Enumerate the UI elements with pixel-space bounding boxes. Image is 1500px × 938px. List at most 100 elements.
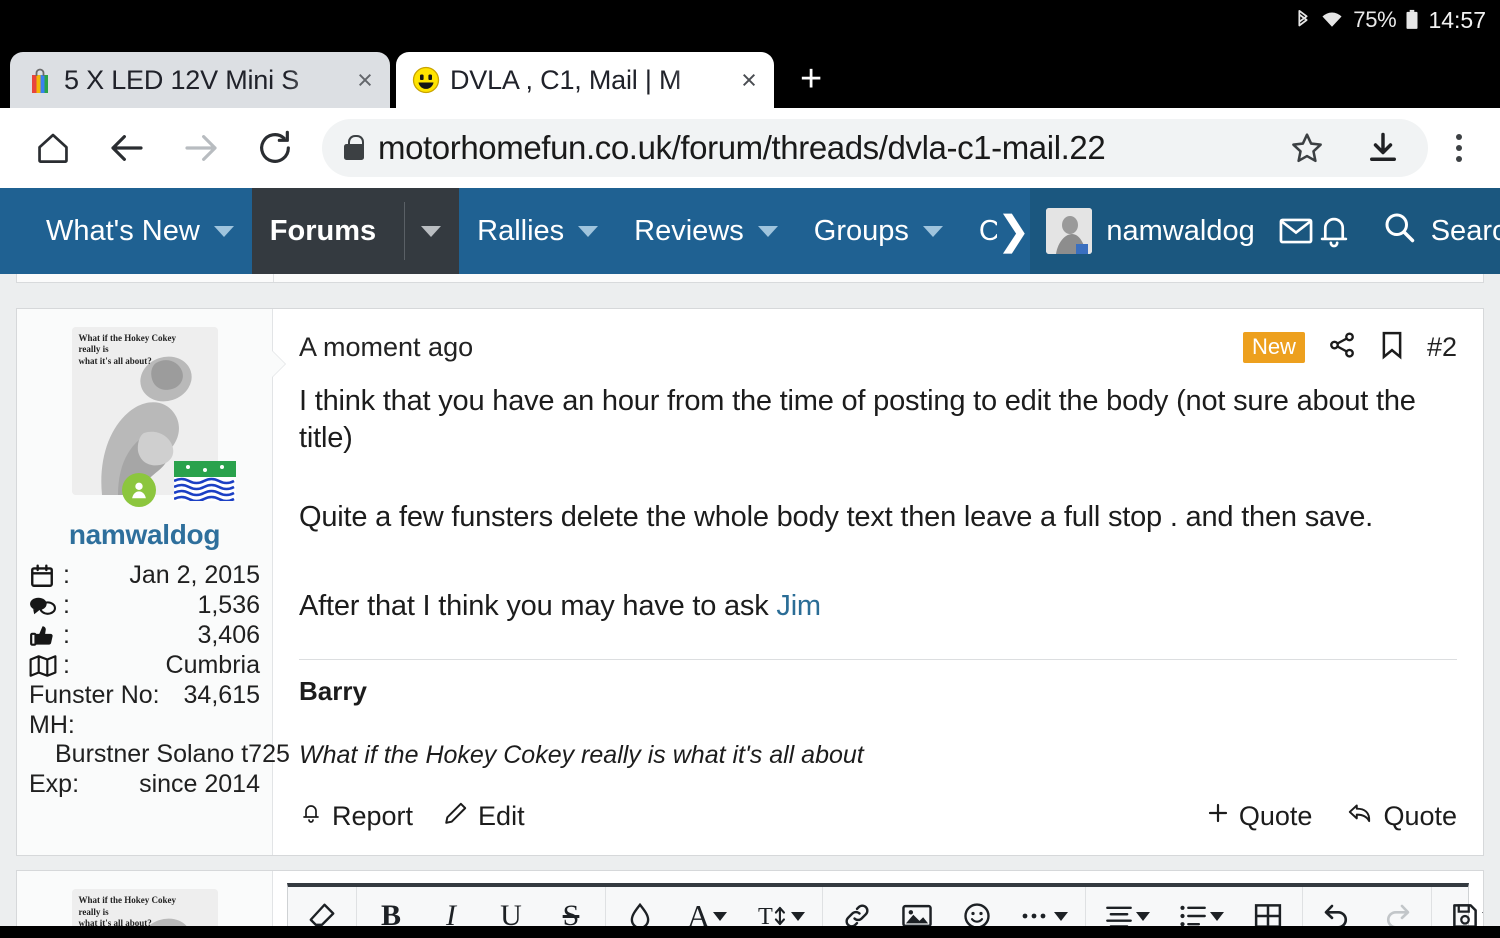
toolbar-group-clear — [288, 887, 357, 926]
avatar-caption: What if the Hokey Cokey really is what i… — [78, 333, 177, 366]
reply-quote-button[interactable]: Quote — [1346, 800, 1457, 833]
font-family-glyph: A — [686, 897, 711, 926]
reply-quote-label: Quote — [1383, 801, 1457, 832]
author-stats: : Jan 2, 2015 : 1,536 : 3,406: Cumbria … — [29, 561, 290, 799]
post-author-name[interactable]: namwaldog — [29, 519, 260, 551]
link-icon[interactable] — [827, 887, 887, 926]
align-icon[interactable] — [1090, 887, 1164, 926]
nav-user-menu[interactable]: namwaldog — [1030, 188, 1277, 274]
kebab-menu-icon[interactable] — [1434, 134, 1484, 162]
tab-title: 5 X LED 12V Mini S — [64, 64, 300, 95]
toolbar-group-draft — [1432, 887, 1483, 926]
avatar-caption: What if the Hokey Cokey really is what i… — [78, 895, 177, 926]
signature-quote: What if the Hokey Cokey really is what i… — [299, 741, 864, 770]
nav-caret-box[interactable] — [404, 202, 459, 260]
remove-formatting-icon[interactable] — [292, 887, 352, 926]
post-body: I think that you have an hour from the t… — [299, 367, 1457, 625]
home-icon[interactable] — [16, 117, 90, 179]
rich-text-editor: B I U S A T — [287, 883, 1483, 926]
table-icon[interactable] — [1238, 887, 1298, 926]
add-quote-label: Quote — [1238, 801, 1313, 832]
nav-item-classifieds[interactable]: Clas — [961, 188, 997, 274]
close-icon[interactable]: × — [352, 66, 378, 94]
battery-percent-label: 75% — [1353, 7, 1397, 32]
post-content-column: A moment ago New #2 I think that you hav… — [273, 309, 1483, 855]
plus-icon — [1206, 801, 1230, 832]
bluetooth-icon — [1295, 9, 1311, 31]
chevron-down-icon[interactable] — [757, 225, 778, 237]
add-quote-button[interactable]: Quote — [1206, 801, 1313, 832]
stat-colon: : — [63, 651, 70, 679]
underline-icon[interactable]: U — [481, 887, 541, 926]
envelope-icon[interactable] — [1276, 188, 1315, 274]
post-header-actions: New #2 — [1242, 330, 1457, 365]
mention-link[interactable]: Jim — [776, 590, 821, 622]
strikethrough-icon[interactable]: S — [541, 887, 601, 926]
post-signature: Barry What if the Hokey Cokey really is … — [299, 659, 1457, 770]
nav-item-groups[interactable]: Groups — [796, 188, 961, 274]
post-number[interactable]: #2 — [1427, 332, 1457, 363]
status-clock: 14:57 — [1428, 6, 1486, 33]
stat-value: since 2014 — [139, 770, 260, 798]
post-timestamp[interactable]: A moment ago — [299, 332, 473, 363]
text-color-icon[interactable] — [610, 887, 670, 926]
download-icon[interactable] — [1352, 130, 1414, 166]
post-action-bar: Report Edit Quote Quote — [299, 800, 1457, 855]
report-button[interactable]: Report — [299, 800, 413, 833]
avatar-wrapper[interactable]: What if the Hokey Cokey really is what i… — [71, 889, 218, 926]
back-arrow-icon[interactable] — [90, 117, 164, 179]
chevron-down-icon — [713, 911, 728, 921]
post-header: A moment ago New #2 — [299, 327, 1457, 367]
share-icon[interactable] — [1327, 330, 1357, 365]
forum-navbar: What's New Forums Rallies Reviews Groups… — [0, 188, 1500, 274]
address-bar[interactable]: motorhomefun.co.uk/forum/threads/dvla-c1… — [322, 119, 1428, 177]
chevron-down-icon[interactable] — [213, 225, 234, 237]
reload-icon[interactable] — [238, 117, 312, 179]
nav-search-button[interactable]: Search — [1352, 188, 1500, 274]
chevron-down-icon — [790, 911, 805, 921]
chevron-right-icon[interactable]: ❯ — [997, 188, 1031, 274]
post-paragraph-text: After that I think you may have to ask — [299, 590, 777, 623]
italic-icon[interactable]: I — [421, 887, 481, 926]
new-tab-button[interactable]: + — [800, 60, 822, 98]
stat-value: Cumbria — [165, 651, 260, 679]
bell-icon[interactable] — [1314, 188, 1353, 274]
draft-save-icon[interactable] — [1436, 887, 1483, 926]
edit-button[interactable]: Edit — [443, 800, 525, 833]
image-icon[interactable] — [887, 887, 947, 926]
font-size-icon[interactable]: T — [744, 887, 818, 926]
nav-label: Clas — [978, 214, 997, 247]
browser-tab-inactive[interactable]: 5 X LED 12V Mini S × — [10, 52, 390, 108]
avatar-wrapper[interactable]: What if the Hokey Cokey really is what i… — [71, 327, 236, 507]
bold-icon[interactable]: B — [361, 887, 421, 926]
chevron-down-icon[interactable] — [421, 225, 442, 237]
list-icon[interactable] — [1164, 887, 1238, 926]
bell-outline-icon — [299, 800, 323, 833]
undo-icon[interactable] — [1307, 887, 1367, 926]
comments-icon — [29, 594, 63, 618]
forward-arrow-icon — [164, 117, 238, 179]
signature-name: Barry — [299, 676, 367, 707]
star-icon[interactable] — [1276, 129, 1338, 167]
chevron-down-icon[interactable] — [922, 225, 943, 237]
svg-text:T: T — [758, 904, 773, 926]
nav-item-rallies[interactable]: Rallies — [459, 188, 616, 274]
bookmark-icon[interactable] — [1379, 330, 1405, 365]
browser-tab-active[interactable]: DVLA , C1, Mail | M × — [396, 52, 774, 108]
more-options-icon[interactable] — [1007, 887, 1081, 926]
report-label: Report — [332, 801, 414, 832]
nav-item-forums[interactable]: Forums — [251, 188, 460, 274]
close-icon[interactable]: × — [736, 66, 762, 94]
smilie-icon[interactable] — [947, 887, 1007, 926]
nav-item-reviews[interactable]: Reviews — [616, 188, 796, 274]
nav-username: namwaldog — [1106, 214, 1255, 247]
avatar[interactable]: What if the Hokey Cokey really is what i… — [71, 889, 218, 926]
tab-title: DVLA , C1, Mail | M — [450, 64, 682, 95]
toolbar-group-block — [1086, 887, 1303, 926]
chevron-down-icon[interactable] — [578, 225, 599, 237]
toolbar-group-style: B I U S — [357, 887, 606, 926]
browser-toolbar: motorhomefun.co.uk/forum/threads/dvla-c1… — [0, 108, 1500, 188]
font-family-icon[interactable]: A — [670, 887, 744, 926]
nav-item-whats-new[interactable]: What's New — [0, 188, 252, 274]
toolbar-group-font: A T — [606, 887, 823, 926]
